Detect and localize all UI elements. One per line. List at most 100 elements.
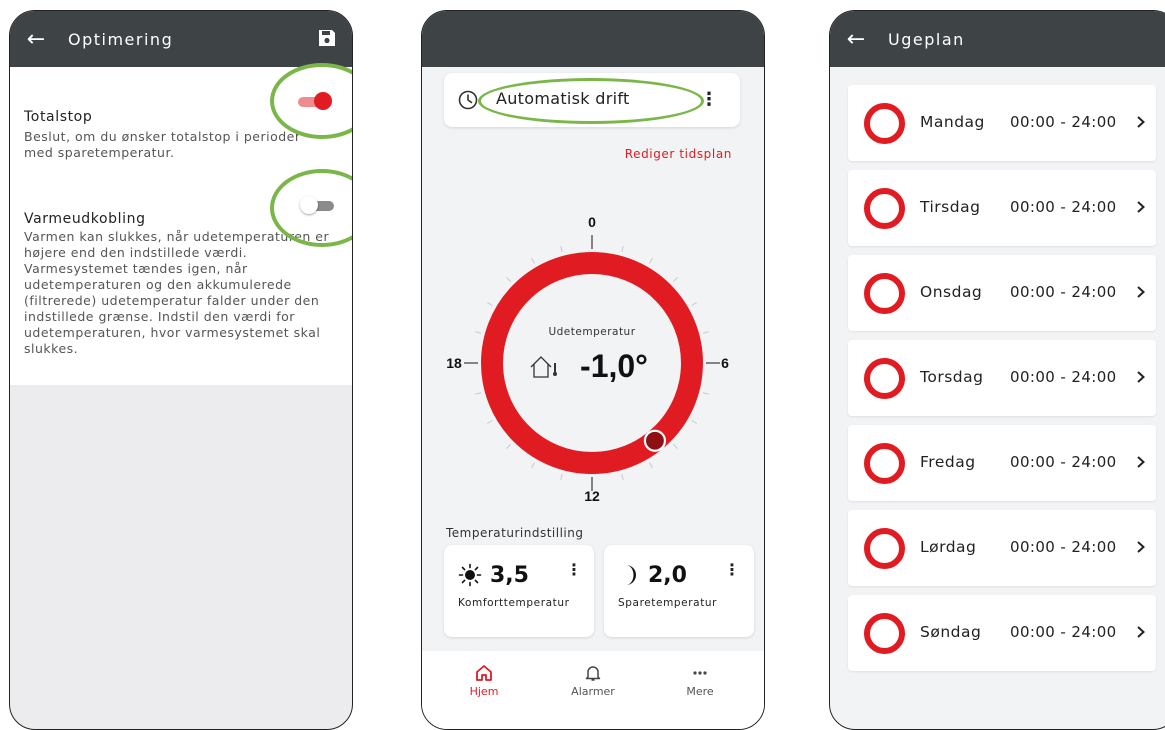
ugeplan-screen: ← Ugeplan Mandag 00:00 - 24:00 Tirsdag 00:0… [829, 10, 1165, 730]
home-app-bar [422, 11, 764, 67]
day-status-ring [864, 358, 905, 399]
dial-tick [506, 443, 512, 449]
day-name: Fredag [920, 453, 976, 471]
dial-tick [621, 245, 624, 253]
edit-schedule-link[interactable]: Rediger tidsplan [625, 147, 732, 161]
home-screen: Automatisk drift ⋮ Rediger tidsplan 0 6 … [421, 10, 765, 730]
day-name: Tirsdag [920, 198, 981, 216]
chevron-right-icon [1137, 201, 1145, 213]
more-horizontal-icon [693, 671, 707, 675]
day-time-range: 00:00 - 24:00 [1010, 113, 1117, 131]
dial-tick [474, 331, 482, 334]
day-time-range: 00:00 - 24:00 [1010, 198, 1117, 216]
comfort-temperature-card[interactable]: 3,5 ⋮ Komforttemperatur [444, 545, 594, 637]
arrow-left-icon[interactable]: ← [12, 27, 60, 52]
bottom-navigation: Hjem Alarmer Mere [422, 651, 764, 729]
comfort-temperature-value: 3,5 [490, 563, 529, 588]
nav-label: Mere [686, 685, 714, 698]
dial-tick [560, 473, 563, 481]
dial-tick [531, 257, 535, 264]
totalstop-description: Beslut, om du ønsker totalstop i periode… [24, 129, 301, 160]
day-row[interactable]: Tirsdag 00:00 - 24:00 [848, 170, 1156, 246]
arrow-left-icon[interactable]: ← [832, 27, 880, 52]
dial-tick [486, 302, 493, 306]
dial-tick-label-top: 0 [588, 214, 596, 230]
day-name: Onsdag [920, 283, 983, 301]
optimering-app-bar: ← Optimering [10, 11, 352, 67]
day-row[interactable]: Mandag 00:00 - 24:00 [848, 85, 1156, 161]
nav-item-more[interactable]: Mere [660, 663, 740, 698]
day-time-range: 00:00 - 24:00 [1010, 283, 1117, 301]
day-time-range: 00:00 - 24:00 [1010, 538, 1117, 556]
dial-tick [486, 420, 493, 424]
dial-tick [649, 257, 653, 264]
day-name: Lørdag [920, 538, 977, 556]
day-status-ring [864, 188, 905, 229]
outdoor-temperature-value: -1,0° [580, 348, 648, 384]
day-row[interactable]: Torsdag 00:00 - 24:00 [848, 340, 1156, 416]
day-status-ring [864, 443, 905, 484]
nav-item-home[interactable]: Hjem [444, 663, 524, 698]
chevron-right-icon [1137, 371, 1145, 383]
day-time-range: 00:00 - 24:00 [1010, 623, 1117, 641]
page-title: Ugeplan [888, 29, 965, 49]
day-name: Mandag [920, 113, 985, 131]
dial-tick [672, 443, 678, 449]
day-time-range: 00:00 - 24:00 [1010, 453, 1117, 471]
temperature-dial: 0 6 12 18 Udetemperatur -1,0° [446, 214, 729, 504]
nav-label: Hjem [469, 685, 499, 698]
day-status-ring [864, 613, 905, 654]
dial-handle[interactable] [643, 429, 667, 452]
page-title: Optimering [68, 29, 174, 49]
saving-temperature-label: Sparetemperatur [618, 597, 718, 609]
more-vertical-icon[interactable]: ⋮ [724, 561, 740, 579]
highlight-ring [270, 63, 352, 139]
more-vertical-icon[interactable]: ⋮ [566, 561, 582, 579]
dial-tick-label-left: 18 [446, 355, 462, 371]
dial-tick [531, 462, 535, 469]
home-icon [476, 665, 492, 681]
day-row[interactable]: Fredag 00:00 - 24:00 [848, 425, 1156, 501]
chevron-right-icon [1137, 456, 1145, 468]
day-status-ring [864, 528, 905, 569]
sun-icon [458, 563, 482, 587]
chevron-right-icon [1137, 286, 1145, 298]
nav-item-alarms[interactable]: Alarmer [553, 663, 633, 698]
dial-tick-label-bottom: 12 [584, 488, 600, 504]
floppy-disk-icon[interactable] [318, 29, 336, 47]
dial-tick [649, 462, 653, 469]
dial-caption: Udetemperatur [548, 326, 635, 338]
totalstop-title: Totalstop [24, 109, 93, 125]
varmeudkobling-description: Varmen kan slukkes, når udetemperaturen … [24, 229, 330, 356]
saving-temperature-card[interactable]: 2,0 ⋮ Sparetemperatur [604, 545, 754, 637]
bell-icon [585, 666, 601, 681]
day-row[interactable]: Lørdag 00:00 - 24:00 [848, 510, 1156, 586]
day-status-ring [864, 103, 905, 144]
dial-tick [474, 392, 482, 395]
dial-tick [702, 331, 710, 334]
house-thermometer-icon [530, 356, 557, 378]
dial-tick [672, 277, 678, 283]
highlight-ring [478, 78, 704, 124]
day-row[interactable]: Søndag 00:00 - 24:00 [848, 595, 1156, 671]
dial-tick-label-right: 6 [721, 355, 729, 371]
clock-icon [458, 90, 478, 110]
chevron-right-icon [1137, 116, 1145, 128]
comfort-temperature-label: Komforttemperatur [458, 597, 570, 609]
varmeudkobling-title: Varmeudkobling [24, 211, 146, 227]
dial-tick [691, 302, 698, 306]
chevron-right-icon [1137, 541, 1145, 553]
day-name: Torsdag [920, 368, 984, 386]
day-time-range: 00:00 - 24:00 [1010, 368, 1117, 386]
chevron-right-icon [1137, 626, 1145, 638]
nav-label: Alarmer [571, 685, 615, 698]
dial-tick [691, 420, 698, 424]
dial-tick [621, 473, 624, 481]
settings-list: Totalstop Beslut, om du ønsker totalstop… [10, 63, 352, 385]
operation-mode-card[interactable]: Automatisk drift ⋮ [444, 73, 740, 127]
ugeplan-app-bar: ← Ugeplan [830, 11, 1165, 67]
day-row[interactable]: Onsdag 00:00 - 24:00 [848, 255, 1156, 331]
temperature-settings-heading: Temperaturindstilling [446, 526, 584, 540]
dial-tick [702, 392, 710, 395]
moon-icon [626, 565, 636, 585]
